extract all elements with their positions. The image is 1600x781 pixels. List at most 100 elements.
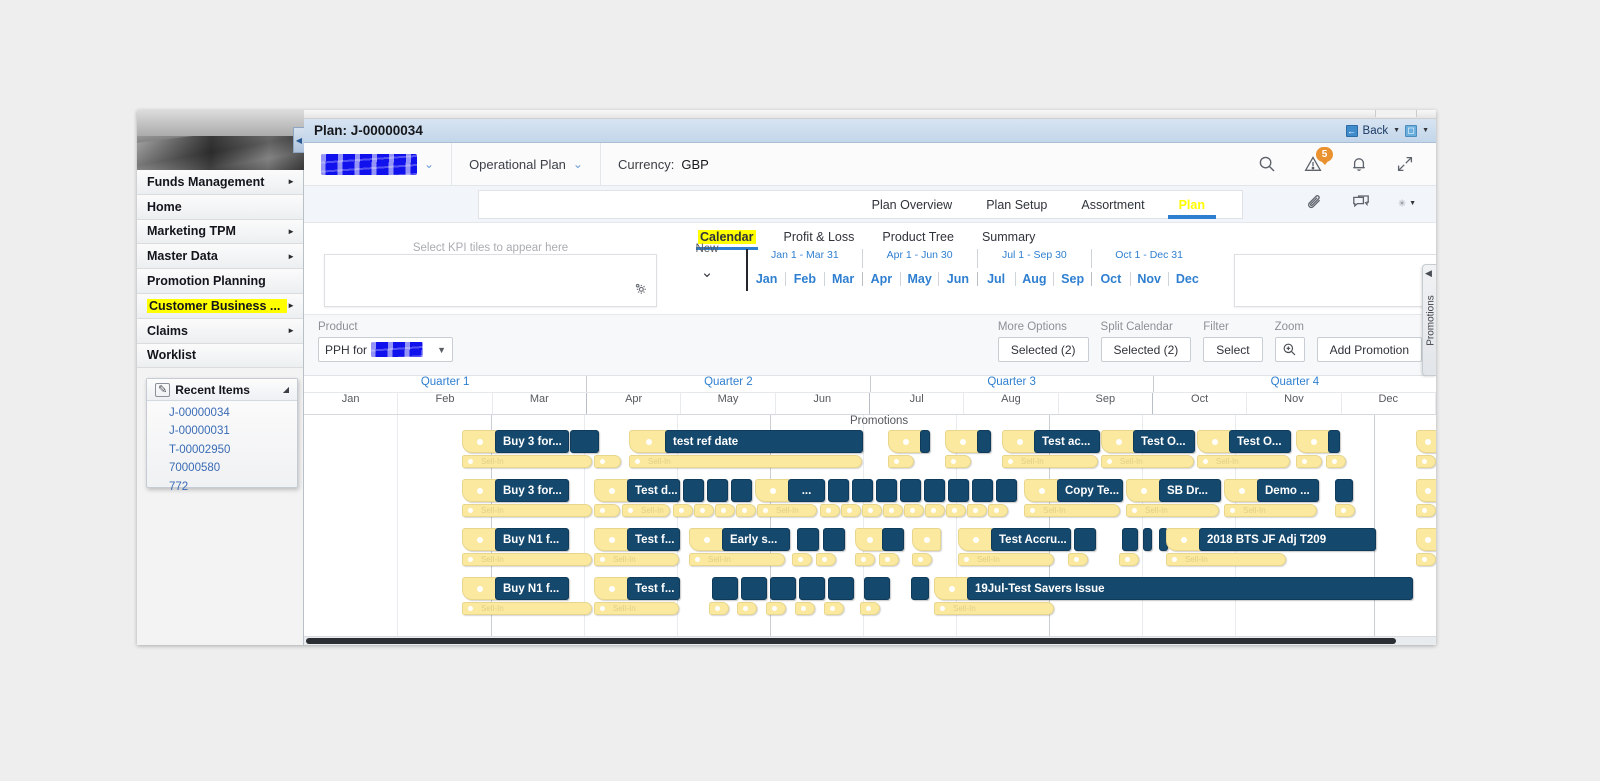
sell-in-bar[interactable] xyxy=(988,504,1008,517)
sidebar-item-customer-business[interactable]: Customer Business ... ► xyxy=(137,293,303,319)
zoom-in-magnifier-icon[interactable] xyxy=(1274,337,1305,362)
promotion-tag[interactable] xyxy=(594,528,630,551)
attachment-icon[interactable] xyxy=(1306,194,1324,212)
back-button[interactable]: ← Back ▼ ◻ ▼ xyxy=(1345,124,1436,137)
sell-in-bar[interactable] xyxy=(694,504,714,517)
list-item[interactable]: T-00002950 xyxy=(169,441,297,459)
promotion-tag[interactable] xyxy=(1296,430,1331,453)
promotion-tag[interactable] xyxy=(594,577,630,600)
promotion-bar[interactable] xyxy=(972,479,993,502)
sell-in-bar[interactable] xyxy=(736,504,756,517)
promotion-bar[interactable]: ... xyxy=(788,479,825,502)
sell-in-bar[interactable]: Sell-In xyxy=(1166,553,1286,566)
list-item[interactable]: J-00000034 xyxy=(169,404,297,422)
promotion-bar[interactable]: Test ac... xyxy=(1034,430,1100,453)
promotion-bar[interactable]: Test f... xyxy=(627,528,680,551)
chevron-down-icon[interactable]: ▼ xyxy=(437,345,446,355)
promotion-bar[interactable]: Buy 3 for... xyxy=(495,430,569,453)
promotion-bar[interactable] xyxy=(797,528,819,551)
month-cell-apr[interactable]: Apr xyxy=(863,271,901,286)
promotion-bar[interactable] xyxy=(770,577,796,600)
chevron-down-icon[interactable]: ▼ xyxy=(1409,200,1416,207)
sell-in-bar[interactable]: Sell-In xyxy=(594,553,679,566)
sell-in-bar[interactable] xyxy=(1416,455,1436,468)
list-item[interactable]: J-00000031 xyxy=(169,422,297,440)
sell-in-bar[interactable] xyxy=(946,504,966,517)
sell-in-bar[interactable] xyxy=(860,602,880,615)
sell-in-bar[interactable] xyxy=(737,602,757,615)
promotion-bar[interactable] xyxy=(864,577,890,600)
chevron-down-icon[interactable]: ⌄ xyxy=(679,263,735,281)
sell-in-bar[interactable]: Sell-In xyxy=(622,504,670,517)
warning-icon[interactable]: 5 xyxy=(1304,147,1333,173)
sell-in-bar[interactable] xyxy=(792,553,812,566)
promotion-tag[interactable] xyxy=(1002,430,1037,453)
sell-in-bar[interactable] xyxy=(1326,455,1346,468)
product-select[interactable]: PPH for ▼ xyxy=(318,337,453,362)
sidebar-item-master-data[interactable]: Master Data ► xyxy=(137,244,303,270)
tab-assortment[interactable]: Assortment xyxy=(1064,194,1161,216)
horizontal-scrollbar[interactable] xyxy=(304,636,1436,645)
promotion-bar[interactable] xyxy=(882,528,904,551)
promotion-tag[interactable] xyxy=(462,430,498,453)
promotion-tag[interactable] xyxy=(888,430,923,453)
sell-in-bar[interactable]: Sell-In xyxy=(1101,455,1194,468)
promotion-bar[interactable] xyxy=(852,479,873,502)
sell-in-bar[interactable]: Sell-In xyxy=(1002,455,1098,468)
promotion-bar[interactable] xyxy=(1074,528,1096,551)
promotion-tag[interactable] xyxy=(1416,479,1436,502)
promotion-tag[interactable] xyxy=(934,577,970,600)
promotion-bar[interactable] xyxy=(707,479,728,502)
sell-in-bar[interactable]: Sell-In xyxy=(958,553,1054,566)
sell-in-bar[interactable] xyxy=(841,504,861,517)
promotion-tag[interactable] xyxy=(1416,528,1436,551)
promotion-bar[interactable] xyxy=(924,479,945,502)
promotion-bar[interactable]: SB Dr... xyxy=(1159,479,1221,502)
comments-icon[interactable] xyxy=(1352,194,1370,212)
sell-in-bar[interactable] xyxy=(888,455,914,468)
month-cell-may[interactable]: May xyxy=(901,271,940,286)
promotion-tag[interactable] xyxy=(462,577,498,600)
kpi-tile-placeholder-panel[interactable]: Select KPI tiles to appear here xyxy=(324,242,657,307)
month-cell-feb[interactable]: Feb xyxy=(786,271,825,286)
sell-in-bar[interactable]: Sell-In xyxy=(1024,504,1120,517)
promotion-tag[interactable] xyxy=(912,528,941,551)
sell-in-bar[interactable] xyxy=(715,504,735,517)
sell-in-bar[interactable] xyxy=(1296,455,1322,468)
promotion-tag[interactable] xyxy=(1101,430,1136,453)
promotion-tag[interactable] xyxy=(462,528,498,551)
promotion-tag[interactable] xyxy=(629,430,669,453)
promotion-bar[interactable] xyxy=(977,430,991,453)
promotion-bar[interactable]: 2018 BTS JF Adj T209 xyxy=(1199,528,1376,551)
sell-in-bar[interactable] xyxy=(1416,553,1436,566)
collapse-left-icon[interactable]: ◀ xyxy=(293,127,304,153)
sell-in-bar[interactable] xyxy=(824,602,844,615)
sell-in-bar[interactable]: Sell-In xyxy=(462,504,592,517)
kpi-tile-right-panel[interactable] xyxy=(1234,254,1436,307)
promotion-bar[interactable]: Buy N1 f... xyxy=(495,577,569,600)
sell-in-bar[interactable] xyxy=(816,553,836,566)
month-cell-dec[interactable]: Dec xyxy=(1169,272,1206,286)
promotion-tag[interactable] xyxy=(1416,430,1436,453)
promotion-tag[interactable] xyxy=(689,528,725,551)
account-selector[interactable]: ⌄ xyxy=(304,142,453,186)
tab-plan-overview[interactable]: Plan Overview xyxy=(855,194,970,216)
search-icon[interactable] xyxy=(1258,155,1276,173)
sell-in-bar[interactable] xyxy=(766,602,786,615)
sell-in-bar[interactable]: Sell-In xyxy=(594,602,679,615)
sell-in-bar[interactable] xyxy=(795,602,815,615)
promotion-bar[interactable] xyxy=(948,479,969,502)
month-cell-jan[interactable]: Jan xyxy=(748,271,787,286)
promotion-bar[interactable] xyxy=(920,430,930,453)
promotion-bar[interactable]: Test Accru... xyxy=(991,528,1071,551)
promotion-bar[interactable]: Test O... xyxy=(1229,430,1291,453)
chevron-down-icon[interactable]: ▼ xyxy=(1422,127,1429,134)
kpi-settings-gear-icon[interactable] xyxy=(633,281,648,301)
month-cell-jun[interactable]: Jun xyxy=(939,271,978,286)
tab-product-tree[interactable]: Product Tree xyxy=(868,228,968,246)
sell-in-bar[interactable]: Sell-In xyxy=(757,504,817,517)
sidebar-item-worklist[interactable]: Worklist xyxy=(137,343,303,369)
sell-in-bar[interactable] xyxy=(1068,553,1088,566)
promotion-tag[interactable] xyxy=(594,479,630,502)
promotion-bar[interactable] xyxy=(712,577,738,600)
